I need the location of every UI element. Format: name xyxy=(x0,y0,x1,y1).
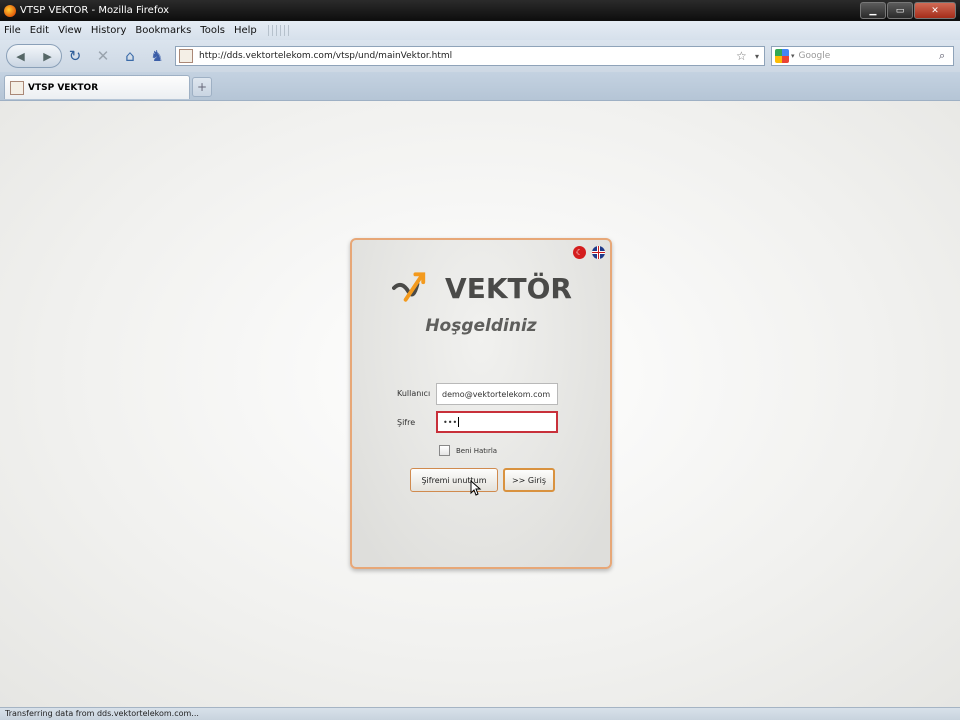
navigation-toolbar: ◀ ▶ ↻ ✕ ⌂ ♞ http://dds.vektortelekom.com… xyxy=(0,40,960,72)
stop-icon[interactable]: ✕ xyxy=(94,47,112,65)
menu-file[interactable]: File xyxy=(4,25,21,36)
tab-label: VTSP VEKTOR xyxy=(28,82,99,93)
password-label: Şifre xyxy=(397,418,416,427)
maximize-icon[interactable]: ▭ xyxy=(887,2,913,19)
menu-edit[interactable]: Edit xyxy=(30,25,49,36)
close-icon[interactable]: ✕ xyxy=(914,2,956,19)
turkish-flag-icon[interactable]: ☾ xyxy=(573,246,586,259)
google-icon[interactable] xyxy=(775,49,789,63)
firefox-icon xyxy=(4,4,16,17)
search-engine-dropdown-icon[interactable]: ▾ xyxy=(791,52,795,60)
remember-me-label: Beni Hatırla xyxy=(456,446,498,455)
password-input[interactable]: ••• xyxy=(436,411,558,433)
vektor-logo-icon xyxy=(392,272,426,302)
status-bar: Transferring data from dds.vektortelekom… xyxy=(0,707,960,720)
window-controls: ▁ ▭ ✕ xyxy=(860,2,956,19)
search-icon[interactable]: ⌕ xyxy=(939,49,953,63)
reload-icon[interactable]: ↻ xyxy=(66,47,84,65)
search-input[interactable]: Google xyxy=(799,51,939,61)
username-label: Kullanıcı xyxy=(397,389,431,398)
addon-icon[interactable]: ♞ xyxy=(148,47,166,65)
tab-favicon-icon xyxy=(10,80,24,95)
forgot-password-button[interactable]: Şifremi unuttum xyxy=(410,468,498,492)
url-dropdown-icon[interactable]: ▾ xyxy=(750,52,764,61)
username-input[interactable]: demo@vektortelekom.com xyxy=(436,383,558,405)
url-bar[interactable]: http://dds.vektortelekom.com/vtsp/und/ma… xyxy=(175,46,765,66)
menu-bookmarks[interactable]: Bookmarks xyxy=(135,25,191,36)
menu-view[interactable]: View xyxy=(58,25,82,36)
menu-tools[interactable]: Tools xyxy=(200,25,225,36)
back-icon[interactable]: ◀ xyxy=(16,50,24,63)
window-title: VTSP VEKTOR - Mozilla Firefox xyxy=(20,5,170,16)
login-button[interactable]: >> Giriş xyxy=(503,468,555,492)
login-panel: ☾ VEKTÖR Hoşgeldiniz Kullanıcı demo@vekt… xyxy=(350,238,612,569)
menu-bar: File Edit View History Bookmarks Tools H… xyxy=(0,21,960,40)
home-icon[interactable]: ⌂ xyxy=(121,47,139,65)
status-text: Transferring data from dds.vektortelekom… xyxy=(5,709,199,718)
menu-history[interactable]: History xyxy=(91,25,127,36)
bookmark-star-icon[interactable]: ☆ xyxy=(736,49,750,63)
logo: VEKTÖR xyxy=(392,268,572,308)
search-bar[interactable]: ▾ Google ⌕ xyxy=(771,46,954,66)
site-favicon-icon xyxy=(179,49,193,63)
logo-text: VEKTÖR xyxy=(445,271,572,305)
back-forward-buttons: ◀ ▶ xyxy=(6,44,62,68)
tab-strip: VTSP VEKTOR + xyxy=(0,72,960,101)
page-content: ☾ VEKTÖR Hoşgeldiniz Kullanıcı demo@vekt… xyxy=(0,101,960,707)
new-tab-icon[interactable]: + xyxy=(192,77,212,97)
menu-help[interactable]: Help xyxy=(234,25,257,36)
remember-me-row[interactable]: Beni Hatırla xyxy=(439,445,497,456)
english-flag-icon[interactable] xyxy=(592,246,605,259)
forward-icon[interactable]: ▶ xyxy=(43,50,51,63)
mouse-pointer-icon xyxy=(470,480,482,496)
remember-me-checkbox[interactable] xyxy=(439,445,450,456)
welcome-heading: Hoşgeldiniz xyxy=(425,316,537,336)
minimize-icon[interactable]: ▁ xyxy=(860,2,886,19)
text-cursor xyxy=(458,417,460,427)
window-titlebar: VTSP VEKTOR - Mozilla Firefox ▁ ▭ ✕ xyxy=(0,0,960,21)
url-text[interactable]: http://dds.vektortelekom.com/vtsp/und/ma… xyxy=(199,51,736,61)
toolbar-grip xyxy=(267,25,290,36)
tab-vtsp-vektor[interactable]: VTSP VEKTOR xyxy=(4,75,190,99)
password-mask: ••• xyxy=(443,417,458,427)
